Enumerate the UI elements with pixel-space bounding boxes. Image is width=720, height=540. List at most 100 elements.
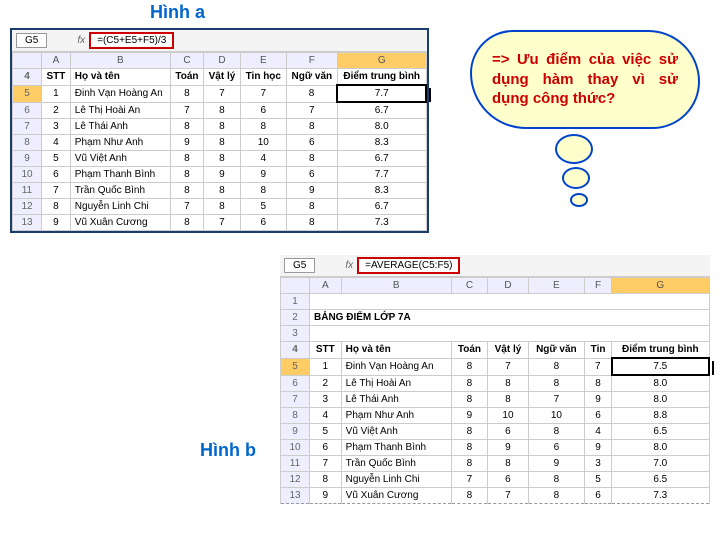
row-header[interactable]: 13 bbox=[13, 215, 42, 231]
cell[interactable]: Lê Thị Hoài An bbox=[70, 102, 170, 119]
cell[interactable]: 8.8 bbox=[612, 408, 709, 424]
row-header[interactable]: 11 bbox=[281, 456, 310, 472]
cell[interactable]: Điểm trung bình bbox=[612, 342, 709, 359]
cell[interactable]: 7 bbox=[585, 358, 612, 375]
cell[interactable]: 8 bbox=[528, 424, 584, 440]
cell[interactable]: 8 bbox=[528, 488, 584, 504]
cell[interactable]: 7 bbox=[310, 456, 342, 472]
cell[interactable]: 8 bbox=[204, 151, 241, 167]
cell[interactable]: 2 bbox=[42, 102, 71, 119]
cell[interactable]: Điểm trung bình bbox=[337, 69, 426, 86]
cell[interactable]: 5 bbox=[240, 199, 286, 215]
cell[interactable]: 9 bbox=[310, 488, 342, 504]
cell[interactable]: 7.5 bbox=[612, 358, 709, 375]
fx-icon[interactable]: fx bbox=[77, 35, 85, 46]
cell[interactable]: Vũ Xuân Cương bbox=[70, 215, 170, 231]
cell[interactable]: 8 bbox=[204, 199, 241, 215]
row-header[interactable]: 13 bbox=[281, 488, 310, 504]
cell[interactable]: 8 bbox=[488, 375, 529, 392]
cell[interactable]: BẢNG ĐIỂM LỚP 7A bbox=[310, 310, 710, 326]
cell[interactable]: 8.0 bbox=[612, 440, 709, 456]
cell[interactable]: 8 bbox=[204, 183, 241, 199]
row-header[interactable]: 8 bbox=[13, 135, 42, 151]
cell[interactable]: 8 bbox=[528, 358, 584, 375]
cell[interactable]: 9 bbox=[585, 440, 612, 456]
cell[interactable]: 8 bbox=[286, 119, 337, 135]
cell[interactable]: Trần Quốc Bình bbox=[70, 183, 170, 199]
cell[interactable]: 7.3 bbox=[612, 488, 709, 504]
col-header[interactable]: E bbox=[240, 53, 286, 69]
cell[interactable]: 7.0 bbox=[612, 456, 709, 472]
cell[interactable]: 8 bbox=[528, 375, 584, 392]
cell[interactable]: 8 bbox=[286, 85, 337, 102]
cell[interactable]: 6 bbox=[488, 472, 529, 488]
cell[interactable]: Ngữ văn bbox=[286, 69, 337, 86]
cell[interactable]: 7.7 bbox=[337, 167, 426, 183]
cell[interactable]: 8 bbox=[451, 456, 488, 472]
cell[interactable]: 8 bbox=[204, 119, 241, 135]
cell[interactable]: 10 bbox=[240, 135, 286, 151]
cell[interactable]: 3 bbox=[42, 119, 71, 135]
cell[interactable]: 7 bbox=[488, 488, 529, 504]
cell[interactable]: 8 bbox=[240, 119, 286, 135]
name-box[interactable]: G5 bbox=[284, 258, 315, 273]
cell[interactable]: 4 bbox=[310, 408, 342, 424]
cell[interactable]: 9 bbox=[488, 440, 529, 456]
col-header[interactable]: A bbox=[42, 53, 71, 69]
cell[interactable]: 8 bbox=[286, 215, 337, 231]
cell[interactable]: Tin học bbox=[240, 69, 286, 86]
cell[interactable]: Phạm Thanh Bình bbox=[70, 167, 170, 183]
cell[interactable]: STT bbox=[42, 69, 71, 86]
cell[interactable]: 10 bbox=[488, 408, 529, 424]
cell[interactable]: Trần Quốc Bình bbox=[341, 456, 451, 472]
cell[interactable]: Phạm Như Anh bbox=[70, 135, 170, 151]
cell[interactable]: 8.0 bbox=[337, 119, 426, 135]
cell[interactable] bbox=[310, 326, 710, 342]
cell[interactable]: 8.3 bbox=[337, 135, 426, 151]
row-header[interactable]: 6 bbox=[281, 375, 310, 392]
cell[interactable]: 6 bbox=[310, 440, 342, 456]
row-header[interactable]: 5 bbox=[281, 358, 310, 375]
cell[interactable]: 1 bbox=[42, 85, 71, 102]
cell[interactable]: 4 bbox=[240, 151, 286, 167]
fx-icon[interactable]: fx bbox=[345, 260, 353, 271]
cell[interactable]: 6.7 bbox=[337, 199, 426, 215]
cell[interactable]: Nguyễn Linh Chi bbox=[341, 472, 451, 488]
formula-input[interactable]: =(C5+E5+F5)/3 bbox=[89, 32, 174, 49]
cell[interactable]: 8 bbox=[170, 183, 203, 199]
cell[interactable]: 5 bbox=[585, 472, 612, 488]
cell[interactable]: 7 bbox=[488, 358, 529, 375]
row-header[interactable]: 9 bbox=[281, 424, 310, 440]
col-header[interactable]: F bbox=[286, 53, 337, 69]
cell[interactable]: 8.3 bbox=[337, 183, 426, 199]
cell[interactable]: 8 bbox=[451, 392, 488, 408]
row-header[interactable]: 4 bbox=[281, 342, 310, 359]
cell[interactable]: Phạm Thanh Bình bbox=[341, 440, 451, 456]
cell[interactable]: 8 bbox=[170, 167, 203, 183]
cell[interactable]: Vật lý bbox=[488, 342, 529, 359]
cell[interactable]: Nguyễn Linh Chi bbox=[70, 199, 170, 215]
cell[interactable]: 6 bbox=[286, 135, 337, 151]
cell[interactable]: 8.0 bbox=[612, 392, 709, 408]
cell[interactable]: Vũ Xuân Cương bbox=[341, 488, 451, 504]
cell[interactable]: 8 bbox=[451, 375, 488, 392]
cell[interactable]: 7 bbox=[204, 215, 241, 231]
cell[interactable]: Ngữ văn bbox=[528, 342, 584, 359]
cell[interactable]: 8 bbox=[240, 183, 286, 199]
cell[interactable]: 4 bbox=[585, 424, 612, 440]
grid-a[interactable]: A B C D E F G 4 STT Họ và tên Toán Vật l… bbox=[12, 52, 427, 231]
row-header[interactable]: 10 bbox=[13, 167, 42, 183]
cell[interactable]: 7.7 bbox=[337, 85, 426, 102]
row-header[interactable]: 11 bbox=[13, 183, 42, 199]
cell[interactable] bbox=[310, 294, 710, 310]
corner-cell[interactable] bbox=[281, 278, 310, 294]
cell[interactable]: 7 bbox=[42, 183, 71, 199]
cell[interactable]: 9 bbox=[528, 456, 584, 472]
cell[interactable]: Lê Thái Anh bbox=[70, 119, 170, 135]
cell[interactable]: 8 bbox=[488, 456, 529, 472]
cell[interactable]: Phạm Như Anh bbox=[341, 408, 451, 424]
name-box[interactable]: G5 bbox=[16, 33, 47, 48]
cell[interactable]: Toán bbox=[451, 342, 488, 359]
cell[interactable]: Toán bbox=[170, 69, 203, 86]
row-header[interactable]: 7 bbox=[13, 119, 42, 135]
